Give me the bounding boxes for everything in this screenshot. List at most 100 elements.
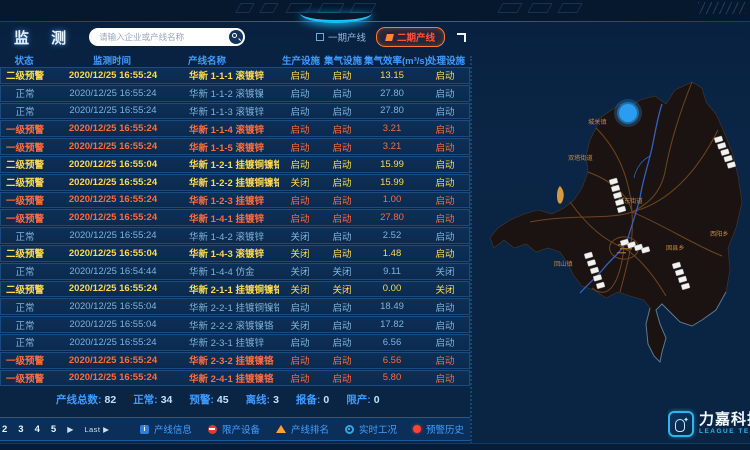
cell-time: 2020/12/25 16:54:44: [49, 266, 177, 277]
table-row[interactable]: 正常2020/12/25 16:55:04华新 2-2-2 滚镀镍铬关闭启动17…: [0, 316, 470, 333]
cell-time: 2020/12/25 16:55:04: [49, 301, 177, 312]
限产设备-button[interactable]: 限产设备: [208, 422, 260, 436]
产线排名-button[interactable]: 产线排名: [276, 422, 329, 436]
table-row[interactable]: 一级预警2020/12/25 16:55:24华新 2-3-2 挂镀镍铬启动启动…: [0, 352, 470, 369]
cell-prod: 启动: [279, 122, 321, 136]
cell-status: 正常: [1, 86, 49, 100]
cell-name: 华新 2-2-2 滚镀镍铬: [177, 318, 279, 332]
table-row[interactable]: 一级预警2020/12/25 16:55:24华新 1-1-4 滚镀锌启动启动3…: [0, 120, 470, 137]
cell-time: 2020/12/25 16:55:24: [49, 141, 177, 152]
cell-treat: 关闭: [421, 282, 469, 296]
table-row[interactable]: 二级预警2020/12/25 16:55:24华新 2-1-1 挂镀铜镍铬关闭关…: [0, 281, 470, 298]
search-input[interactable]: [99, 32, 229, 42]
table-row[interactable]: 一级预警2020/12/25 16:55:24华新 1-1-5 滚镀锌启动启动3…: [0, 138, 470, 155]
cell-eff: 3.21: [363, 123, 421, 134]
table-row[interactable]: 一级预警2020/12/25 16:55:24华新 1-2-3 挂镀锌启动启动1…: [0, 192, 470, 209]
cell-prod: 启动: [279, 140, 321, 154]
cell-time: 2020/12/25 16:55:24: [49, 372, 177, 383]
phase2-button[interactable]: 二期产线: [376, 27, 445, 47]
cell-time: 2020/12/25 16:55:24: [49, 283, 177, 294]
table-row[interactable]: 二级预警2020/12/25 16:55:24华新 1-2-2 挂镀铜镍铬（环形…: [0, 174, 470, 191]
table-row[interactable]: 正常2020/12/25 16:55:24华新 1-1-3 滚镀锌启动启动27.…: [0, 103, 470, 120]
brand-logo: ✦ 力嘉科技 LEAGUE TECH: [668, 408, 750, 440]
last-page-button[interactable]: Last ▶: [84, 425, 109, 434]
cell-time: 2020/12/25 16:55:24: [49, 70, 177, 81]
table-row[interactable]: 二级预警2020/12/25 16:55:04华新 1-4-3 滚镀锌关闭启动1…: [0, 245, 470, 262]
table-row[interactable]: 正常2020/12/25 16:54:44华新 1-4-4 仿金关闭关闭9.11…: [0, 263, 470, 280]
monitoring-panel: 监 测 一期产线 二期产线 状态监测时间产线名称生产设施集气设施集气效率(: [0, 22, 478, 450]
page-title: 监 测: [14, 27, 75, 48]
cell-gas: 启动: [321, 211, 363, 225]
table-row[interactable]: 正常2020/12/25 16:55:24华新 1-1-2 滚镀镍启动启动27.…: [0, 85, 470, 102]
checkbox-icon[interactable]: [316, 33, 324, 41]
decor-shape: [285, 3, 312, 13]
cell-eff: 27.80: [363, 88, 421, 99]
cell-prod: 启动: [279, 353, 321, 367]
table-row[interactable]: 二级预警2020/12/25 16:55:04华新 1-2-1 挂镀铜镍铬（龙门…: [0, 156, 470, 173]
decor-shape: [527, 3, 552, 13]
预警历史-button[interactable]: 预警历史: [413, 422, 464, 436]
table-row[interactable]: 一级预警2020/12/25 16:55:24华新 2-4-1 挂镀镍铬启动启动…: [0, 370, 470, 387]
cell-treat: 启动: [421, 211, 469, 225]
cell-prod: 关闭: [279, 246, 321, 260]
page-button[interactable]: 4: [35, 424, 40, 435]
phase1-checkbox[interactable]: 一期产线: [316, 30, 366, 44]
cell-treat: 启动: [421, 353, 469, 367]
cell-status: 二级预警: [1, 246, 49, 260]
cell-time: 2020/12/25 16:55:04: [49, 159, 177, 170]
table-row[interactable]: 一级预警2020/12/25 16:55:24华新 1-4-1 挂镀锌启动启动2…: [0, 209, 470, 226]
top-decor-strip: [0, 0, 750, 22]
page-button[interactable]: 3: [18, 424, 23, 435]
cell-name: 华新 1-1-3 滚镀锌: [177, 104, 279, 118]
map-alert-marker[interactable]: [614, 99, 642, 127]
decor-shape: [557, 3, 582, 13]
cell-gas: 启动: [321, 140, 363, 154]
footer-button-label: 限产设备: [222, 422, 260, 436]
实时工况-button[interactable]: 实时工况: [345, 422, 397, 436]
cell-time: 2020/12/25 16:55:24: [49, 355, 177, 366]
cell-prod: 关闭: [279, 229, 321, 243]
search-icon[interactable]: [229, 30, 243, 44]
cell-gas: 启动: [321, 86, 363, 100]
cell-status: 二级预警: [1, 157, 49, 171]
next-page-icon[interactable]: ▶: [67, 425, 73, 434]
page-button[interactable]: 5: [51, 424, 56, 435]
table-row[interactable]: 正常2020/12/25 16:55:04华新 2-2-1 挂镀铜镍铬启动启动1…: [0, 298, 470, 315]
cell-status: 二级预警: [1, 282, 49, 296]
column-header: 集气设施: [322, 53, 364, 67]
table-row[interactable]: 二级预警2020/12/25 16:55:24华新 1-1-1 滚镀锌启动启动1…: [0, 67, 470, 84]
cell-status: 二级预警: [1, 68, 49, 82]
cell-prod: 启动: [279, 104, 321, 118]
产线信息-button[interactable]: i产线信息: [140, 422, 192, 436]
decor-shape: [235, 3, 254, 13]
cell-eff: 1.00: [363, 194, 421, 205]
map-landmass: [490, 82, 742, 362]
table-row[interactable]: 正常2020/12/25 16:55:24华新 1-4-2 滚镀锌关闭启动2.5…: [0, 227, 470, 244]
footer-button-label: 产线排名: [291, 422, 329, 436]
cell-status: 一级预警: [1, 211, 49, 225]
cell-name: 华新 2-2-1 挂镀铜镍铬: [177, 300, 279, 314]
footer-button-label: 预警历史: [426, 422, 464, 436]
cell-prod: 启动: [279, 371, 321, 385]
cell-eff: 27.80: [363, 212, 421, 223]
district-map[interactable]: 城关镇双塔街道城东街道西阳乡固县乡回山镇: [470, 52, 750, 446]
summary-bar: 产线总数:82正常:34预警:45离线:3报备:0限产:0: [0, 389, 470, 409]
table-row[interactable]: 正常2020/12/25 16:55:24华新 2-3-1 挂镀锌启动启动6.5…: [0, 334, 470, 351]
cell-prod: 关闭: [279, 264, 321, 278]
cell-name: 华新 2-3-2 挂镀镍铬: [177, 353, 279, 367]
cell-gas: 启动: [321, 229, 363, 243]
cell-name: 华新 1-2-1 挂镀铜镍铬（龙门线）: [177, 157, 279, 171]
alert-location-marker[interactable]: [619, 104, 637, 122]
decor-hatch: [698, 2, 746, 14]
cell-status: 二级预警: [1, 175, 49, 189]
column-header: 监测时间: [48, 53, 176, 67]
cell-treat: 启动: [421, 157, 469, 171]
cell-gas: 启动: [321, 371, 363, 385]
cell-prod: 启动: [279, 68, 321, 82]
cell-gas: 启动: [321, 175, 363, 189]
map-area-label: 西阳乡: [710, 230, 729, 238]
page-button[interactable]: 2: [2, 424, 7, 435]
bottom-bar: 23 45 ▶ Last ▶ i产线信息 限产设备 产线排名 实时工况 预警历史: [0, 417, 470, 441]
cell-prod: 启动: [279, 193, 321, 207]
cell-name: 华新 1-2-2 挂镀铜镍铬（环形线）: [177, 175, 279, 189]
